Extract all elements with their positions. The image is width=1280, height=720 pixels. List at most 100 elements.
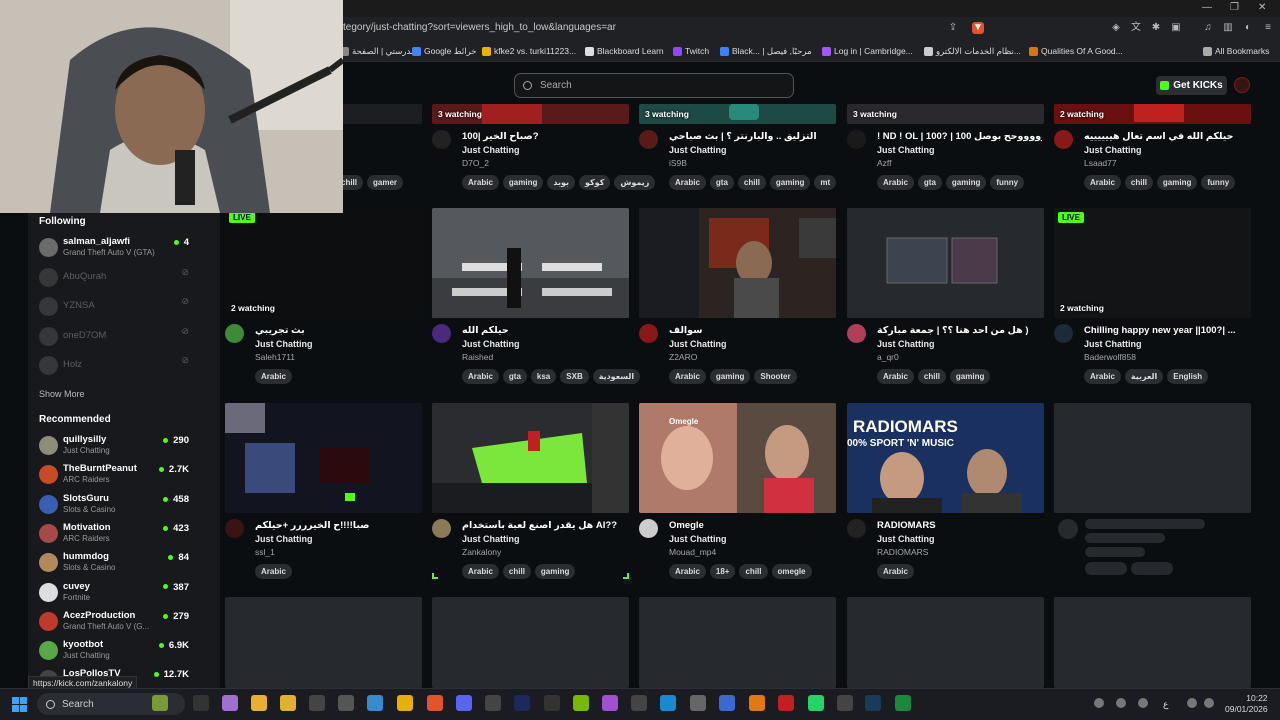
stream-thumbnail[interactable]: LIVE1 watchingOmegle [639, 403, 836, 513]
tag-chip[interactable]: gta [502, 369, 527, 384]
brave-shield-icon[interactable]: ▼ [972, 22, 984, 34]
stream-category[interactable]: Just Chatting [669, 339, 727, 349]
tag-chip[interactable]: Arabic [255, 564, 292, 579]
chrome-icon[interactable] [251, 695, 267, 711]
tag-chip[interactable]: gta [917, 175, 942, 190]
stream-card[interactable]: LIVE1 watchingهل يقدر اصنع لعبة بأستخدام… [432, 403, 629, 593]
streamer-name[interactable]: iS9B [669, 158, 687, 168]
stream-thumbnail[interactable]: LIVE2 watching [847, 208, 1044, 318]
stream-category[interactable]: Just Chatting [462, 339, 520, 349]
get-kicks-button[interactable]: Get KICKs [1156, 76, 1227, 95]
network-icon[interactable] [1116, 698, 1126, 708]
stream-card[interactable]: LIVE2 watching صبا!!!!ح الخيرررر +حيلكم Ju… [225, 403, 422, 593]
store-icon[interactable] [367, 695, 383, 711]
streamer-name[interactable]: D7O_2 [462, 158, 489, 168]
stream-category[interactable]: Just Chatting [1084, 339, 1142, 349]
streamer-name[interactable]: ssl_1 [255, 547, 275, 557]
up-arrow-icon[interactable] [1094, 698, 1104, 708]
bookmark-item[interactable]: All Bookmarks [1203, 46, 1269, 56]
puzzle-icon[interactable]: ✱ [1150, 22, 1162, 34]
stream-category[interactable]: Just Chatting [669, 534, 727, 544]
stream-thumbnail[interactable]: 3 watching [847, 104, 1044, 124]
stream-category[interactable]: Just Chatting [669, 145, 727, 155]
tag-chip[interactable]: SXB [560, 369, 589, 384]
stream-title[interactable]: بث تجريبي [255, 325, 420, 336]
tag-chip[interactable]: funny [990, 175, 1025, 190]
mail-icon[interactable] [631, 695, 647, 711]
stream-category[interactable]: Just Chatting [255, 339, 313, 349]
show-more-button[interactable]: Show More [39, 389, 85, 399]
stream-card[interactable]: LIVE1 watchingRADIOMARS00% SPORT 'N' MUS… [847, 403, 1044, 593]
streamer-name[interactable]: Mouad_mp4 [669, 547, 716, 557]
streamer-name[interactable]: Raished [462, 352, 493, 362]
bookmark-item[interactable]: Black... | مرحبًا, فيصل [720, 46, 812, 57]
stream-title[interactable]: صبا!!!!ح الخيرررر +حيلكم [255, 520, 420, 531]
tag-chip[interactable]: Arabic [462, 175, 499, 190]
tag-chip[interactable]: Arabic [669, 369, 706, 384]
tag-chip[interactable]: chill [739, 564, 768, 579]
obs-icon[interactable] [544, 695, 560, 711]
sheets-icon[interactable] [895, 695, 911, 711]
sidebar-following-item[interactable]: Holz ⊘ [39, 353, 189, 381]
sidebar-recommended-item[interactable]: Motivation ARC Raiders 423 [39, 521, 189, 549]
bookmark-item[interactable]: Twitch [673, 46, 709, 56]
tag-chip[interactable]: omegle [771, 564, 812, 579]
search-input[interactable]: Search [514, 73, 794, 98]
streamer-avatar[interactable] [225, 324, 244, 343]
stream-thumbnail[interactable]: 2 watching [1054, 104, 1251, 124]
stream-thumbnail[interactable]: 3 watching [639, 104, 836, 124]
tag-chip[interactable]: English [1167, 369, 1209, 384]
tag-chip[interactable]: Arabic [1084, 369, 1121, 384]
discord-icon[interactable] [456, 695, 472, 711]
tag-chip[interactable]: Arabic [877, 175, 914, 190]
streamer-name[interactable]: RADIOMARS [877, 547, 928, 557]
streamer-avatar[interactable] [432, 519, 451, 538]
stream-title[interactable]: هل يقدر اصنع لعبة بأستخدام AI?? [462, 520, 627, 531]
sidebar-recommended-item[interactable]: quillysilly Just Chatting 290 [39, 433, 189, 461]
wallet-icon[interactable]: ◐ [1242, 22, 1254, 34]
stream-title[interactable]: هل من احد هنا ؟؟ | جمعة مباركة ) [877, 325, 1042, 336]
screenshot-icon[interactable]: ▣ [1170, 22, 1182, 34]
tag-chip[interactable]: Shooter [754, 369, 797, 384]
sidebar-following-item[interactable]: AbuQurah ⊘ [39, 265, 189, 293]
tag-chip[interactable]: Arabic [877, 369, 914, 384]
bookmark-item[interactable]: Google خرائط [412, 46, 477, 57]
stream-thumbnail[interactable]: LIVE1 watchingRADIOMARS00% SPORT 'N' MUS… [847, 403, 1044, 513]
stream-card[interactable]: LIVE2 watching سوالف Just Chatting Z2ARO Ara… [639, 208, 836, 398]
streamer-name[interactable]: a_qr0 [877, 352, 899, 362]
tag-chip[interactable]: gaming [949, 369, 991, 384]
stream-category[interactable]: Just Chatting [877, 145, 935, 155]
streamer-avatar[interactable] [1054, 130, 1073, 149]
tag-chip[interactable]: gaming [534, 564, 576, 579]
volume-icon[interactable] [1204, 698, 1214, 708]
bookmark-item[interactable]: Qualities Of A Good... [1029, 46, 1123, 56]
sidebar-following-item[interactable]: salman_aljawfi Grand Theft Auto V (GTA) 4 [39, 235, 189, 263]
bookmark-item[interactable]: مدرستي | الصفحة [340, 46, 416, 57]
facebook-icon[interactable] [719, 695, 735, 711]
whatsapp-icon[interactable] [808, 695, 824, 711]
epic-games-icon[interactable] [309, 695, 325, 711]
user-avatar[interactable] [1234, 77, 1250, 93]
extension-icon[interactable]: ◈ [1110, 22, 1122, 34]
stream-title[interactable]: صباح الخير |100? [462, 131, 627, 142]
adobe-icon[interactable] [778, 695, 794, 711]
tag-chip[interactable]: العربية [1124, 369, 1164, 384]
stream-thumbnail[interactable]: LIVE2 watching [639, 208, 836, 318]
streamer-avatar[interactable] [639, 519, 658, 538]
tag-chip[interactable]: chill [917, 369, 946, 384]
tag-chip[interactable]: Arabic [669, 564, 706, 579]
windows-start-icon[interactable] [12, 697, 27, 712]
stream-thumbnail[interactable]: 3 watching [432, 104, 629, 124]
nvidia-icon[interactable] [573, 695, 589, 711]
sidebar-recommended-item[interactable]: SlotsGuru Slots & Casino 458 [39, 492, 189, 520]
sidebar-recommended-item[interactable]: AcezProduction Grand Theft Auto V (G... 27… [39, 609, 189, 637]
steam-icon[interactable] [485, 695, 501, 711]
stream-card[interactable]: 3 watching التزليق .. والبارنتر ؟ | بث صب… [639, 104, 837, 204]
stream-card[interactable]: 3 watching ! ND ! OL | 100? | 100 ووووووح… [847, 104, 1044, 204]
tag-chip[interactable]: السعودية [592, 369, 641, 384]
stream-category[interactable]: Just Chatting [877, 339, 935, 349]
stream-card[interactable]: LIVE 2 watching Chilling happy new year ||… [1054, 208, 1251, 398]
translate-icon[interactable]: 文 [1130, 22, 1142, 34]
close-icon[interactable]: ✕ [1258, 2, 1266, 13]
streamer-avatar[interactable] [432, 324, 451, 343]
